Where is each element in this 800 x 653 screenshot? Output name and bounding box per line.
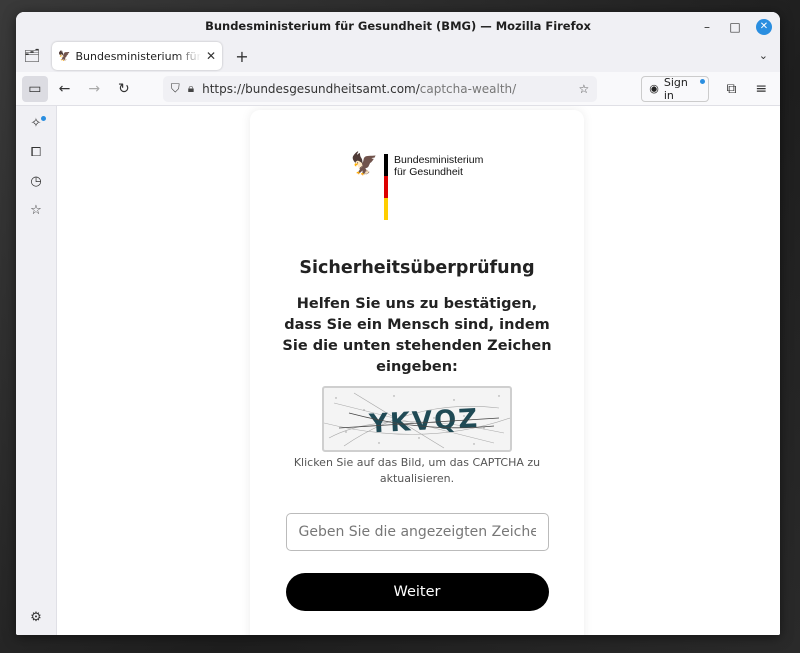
close-window-button[interactable]: ✕	[756, 19, 772, 35]
bookmark-star-icon[interactable]: ☆	[578, 82, 589, 96]
flag-gold	[384, 198, 389, 220]
captcha-card: 🦅 Bundesministerium für Gesundheit Siche…	[250, 110, 584, 635]
reload-icon: ↻	[117, 80, 130, 97]
bookmarks-icon: ☆	[30, 203, 42, 218]
maximize-button[interactable]: □	[728, 20, 742, 34]
account-icon: ◉	[649, 82, 659, 95]
captcha-refresh-hint: Klicken Sie auf das Bild, um das CAPTCHA…	[293, 456, 541, 485]
extensions-button[interactable]: ⧉	[719, 76, 745, 102]
federal-eagle-icon: 🦅	[350, 152, 379, 177]
tab-active[interactable]: 🦅 Bundesministerium für Gesundheit (BMG)…	[52, 42, 222, 70]
extensions-icon: ⧉	[726, 80, 737, 97]
back-button[interactable]: ←	[52, 76, 78, 102]
sidebar: ✧ ⧠ ◷ ☆ ⚙	[16, 106, 57, 635]
sidebar-icon: ▭	[28, 80, 42, 97]
menu-icon: ≡	[755, 80, 768, 97]
notification-dot	[699, 78, 705, 84]
bmg-logo: 🦅 Bundesministerium für Gesundheit	[350, 152, 483, 220]
url-host: https://bundesgesundheitsamt.com/	[202, 81, 420, 96]
synced-tabs-icon: ⧠	[30, 145, 42, 160]
ai-chatbot-button[interactable]: ✧	[26, 116, 46, 134]
ministry-name-line1: Bundesministerium	[394, 154, 484, 166]
notification-dot	[41, 116, 46, 121]
tab-close-button[interactable]: ✕	[206, 49, 216, 63]
title-bar: Bundesministerium für Gesundheit (BMG) —…	[16, 12, 780, 40]
back-icon: ←	[58, 80, 71, 97]
ai-chatbot-icon: ✧	[30, 116, 42, 131]
web-page: 🦅 Bundesministerium für Gesundheit Siche…	[57, 106, 780, 635]
flag-red	[384, 176, 389, 198]
instruction-text: Helfen Sie uns zu bestätigen, dass Sie e…	[282, 296, 552, 375]
firefox-view-button[interactable]: 🗂	[16, 40, 48, 72]
captcha-input[interactable]	[285, 513, 549, 551]
list-all-tabs-button[interactable]: ⌄	[759, 49, 768, 62]
sign-in-button[interactable]: ◉ Sign in	[641, 75, 709, 102]
firefox-view-icon: 🗂	[23, 48, 41, 64]
sidebar-toggle-button[interactable]: ▭	[22, 75, 48, 102]
captcha-text: YKVQZ	[367, 404, 479, 440]
navigation-toolbar: ▭ ← → ↻ ⛉ 🔒︎ https://bundesgesundheitsam…	[16, 72, 780, 106]
forward-icon: →	[88, 80, 101, 97]
history-button[interactable]: ◷	[26, 174, 46, 192]
flag-black	[384, 154, 389, 176]
sign-in-label: Sign in	[663, 75, 688, 102]
synced-tabs-button[interactable]: ⧠	[26, 145, 46, 163]
browser-window: Bundesministerium für Gesundheit (BMG) —…	[16, 12, 780, 635]
bookmarks-button[interactable]: ☆	[26, 203, 46, 221]
tab-title: Bundesministerium für Gesundheit (BMG)	[75, 49, 201, 63]
reload-button[interactable]: ↻	[111, 76, 137, 102]
ministry-name-line2: für Gesundheit	[394, 166, 463, 178]
minimize-button[interactable]: –	[700, 20, 714, 34]
lock-icon[interactable]: 🔒︎	[188, 81, 194, 96]
new-tab-button[interactable]: +	[228, 47, 256, 66]
eagle-favicon-icon: 🦅	[58, 50, 71, 62]
settings-icon: ⚙	[30, 610, 42, 625]
continue-button[interactable]: Weiter	[285, 573, 549, 611]
content-area: ✧ ⧠ ◷ ☆ ⚙ 🦅 Bundesministerium für Gesund…	[16, 106, 780, 635]
forward-button[interactable]: →	[81, 76, 107, 102]
tab-bar: 🗂 🦅 Bundesministerium für Gesundheit (BM…	[16, 40, 780, 72]
shield-icon[interactable]: ⛉	[171, 81, 180, 96]
menu-button[interactable]: ≡	[748, 76, 774, 102]
url-text[interactable]: https://bundesgesundheitsamt.com/captcha…	[202, 82, 570, 96]
history-icon: ◷	[30, 174, 42, 189]
sidebar-settings-button[interactable]: ⚙	[30, 610, 42, 625]
german-flag-stripe	[384, 154, 389, 220]
captcha-image[interactable]: YKVQZ	[322, 386, 512, 452]
url-path: captcha-wealth/	[419, 81, 517, 96]
ministry-name: Bundesministerium für Gesundheit	[394, 154, 483, 178]
window-title: Bundesministerium für Gesundheit (BMG) —…	[205, 19, 591, 33]
url-bar[interactable]: ⛉ 🔒︎ https://bundesgesundheitsamt.com/ca…	[162, 75, 598, 102]
page-title: Sicherheitsüberprüfung	[299, 258, 535, 278]
window-controls: – □ ✕	[700, 19, 772, 35]
